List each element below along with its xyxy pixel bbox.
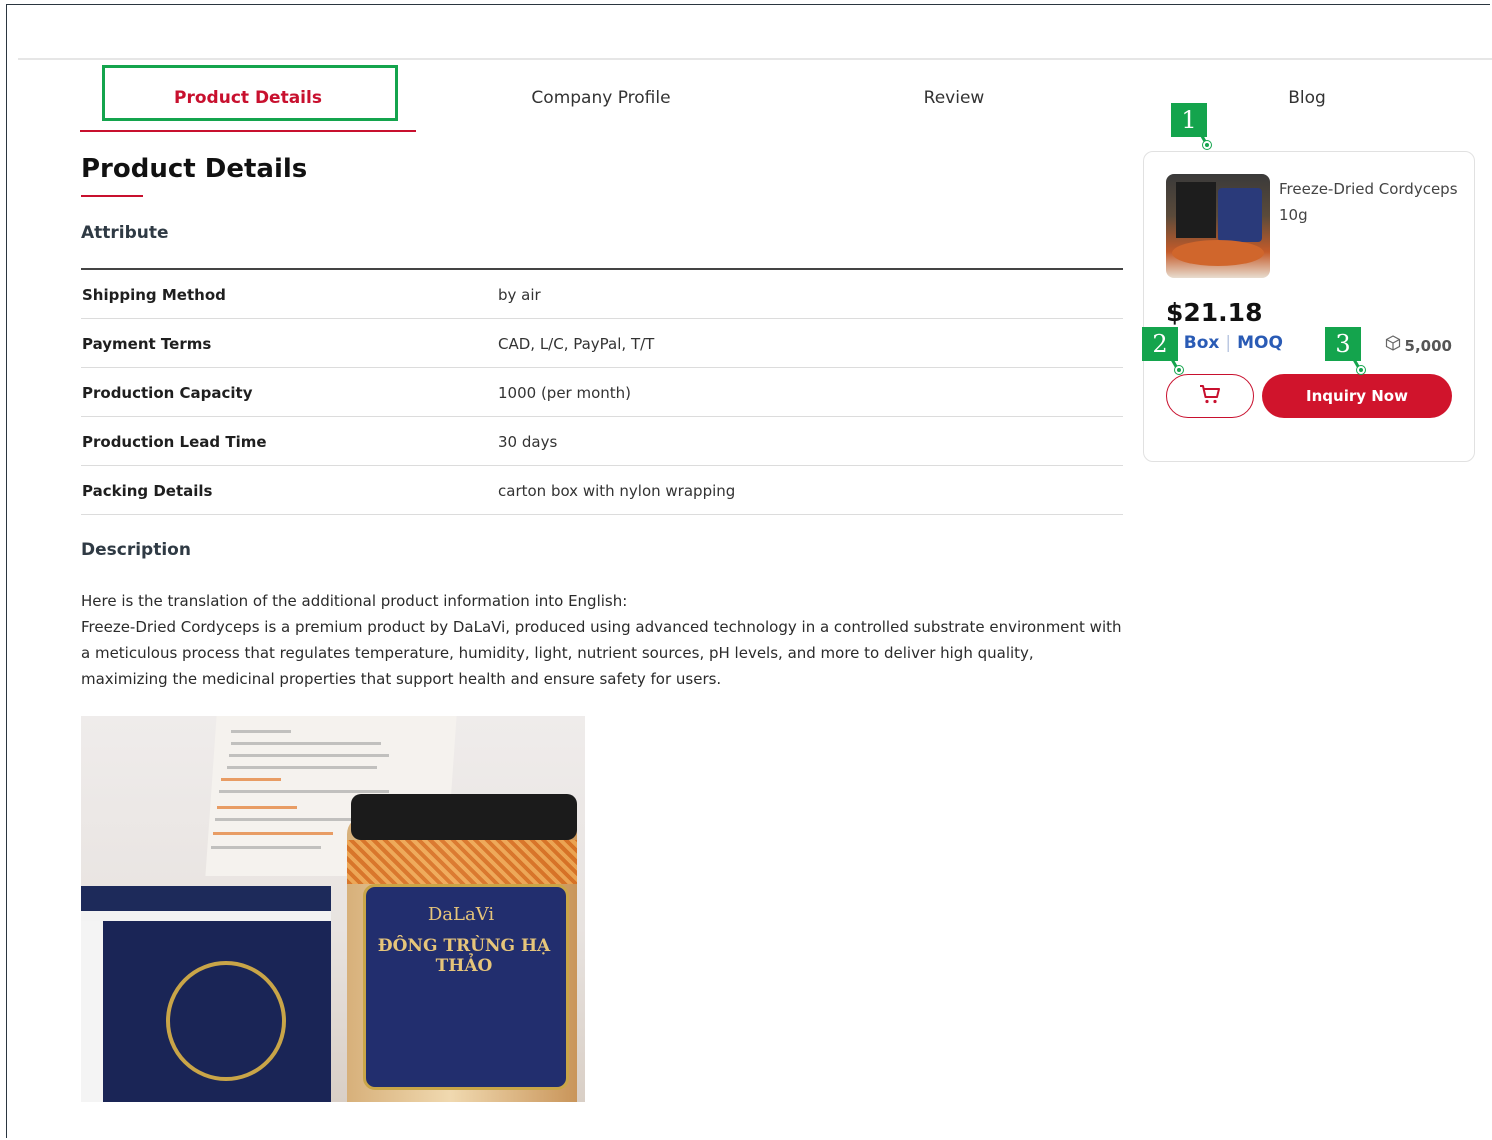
thumbnail-box [1176, 182, 1216, 238]
photo-text-line [227, 766, 377, 769]
photo-text-line [217, 806, 297, 809]
thumbnail-jar [1218, 188, 1262, 242]
moq-separator: | [1225, 333, 1232, 353]
attribute-key: Packing Details [82, 482, 213, 500]
photo-text-line [231, 742, 381, 745]
attribute-value: 1000 (per month) [498, 384, 632, 402]
photo-box-seal [166, 961, 286, 1081]
attribute-key: Production Capacity [82, 384, 253, 402]
tab-blog[interactable]: Blog [1240, 88, 1374, 108]
photo-text-line [219, 790, 389, 793]
annotation-dot [1357, 366, 1365, 374]
photo-jar-lid [351, 794, 577, 840]
description-text: Here is the translation of the additiona… [81, 588, 1123, 692]
table-row: Production Capacity 1000 (per month) [81, 368, 1123, 417]
moq-label: MOQ [1237, 333, 1283, 353]
attribute-key: Payment Terms [82, 335, 212, 353]
photo-text-line [213, 832, 333, 835]
table-row: Production Lead Time 30 days [81, 417, 1123, 466]
header-divider [18, 58, 1492, 60]
photo-text-line [221, 778, 281, 781]
table-row: Packing Details carton box with nylon wr… [81, 466, 1123, 515]
add-to-cart-button[interactable] [1166, 374, 1254, 418]
attribute-heading: Attribute [81, 223, 169, 243]
description-heading: Description [81, 540, 191, 560]
tab-review[interactable]: Review [860, 88, 1048, 108]
photo-cordyceps [347, 840, 577, 884]
product-thumbnail[interactable] [1166, 174, 1270, 278]
attribute-value: by air [498, 286, 541, 304]
active-tab-indicator [80, 130, 416, 132]
photo-box-side [81, 921, 103, 1102]
product-name[interactable]: Freeze-Dried Cordyceps 10g [1279, 176, 1459, 228]
photo-text-line [231, 730, 291, 733]
photo-text-line [215, 818, 365, 821]
moq-info: 0 Box | MOQ [1166, 333, 1283, 353]
cart-icon [1198, 383, 1222, 409]
product-photo: DaLaVi ĐÔNG TRÙNG HẠ THẢO [81, 716, 585, 1102]
attribute-value: CAD, L/C, PayPal, T/T [498, 335, 655, 353]
photo-text-line [229, 754, 389, 757]
table-row: Payment Terms CAD, L/C, PayPal, T/T [81, 319, 1123, 368]
photo-brand-text: DaLaVi [427, 904, 495, 925]
annotation-marker-3: 3 [1325, 327, 1361, 361]
description-paragraph: Freeze-Dried Cordyceps is a premium prod… [81, 618, 1122, 688]
product-price: $21.18 [1166, 298, 1263, 327]
photo-label-title: ĐÔNG TRÙNG HẠ THẢO [377, 936, 551, 976]
attribute-key: Production Lead Time [82, 433, 267, 451]
tab-highlight-box [102, 65, 398, 121]
annotation-marker-2: 2 [1142, 327, 1178, 361]
attribute-table: Shipping Method by air Payment Terms CAD… [81, 268, 1123, 515]
description-paragraph: Here is the translation of the additiona… [81, 592, 628, 610]
annotation-dot [1203, 141, 1211, 149]
cube-icon [1385, 335, 1401, 355]
attribute-key: Shipping Method [82, 286, 226, 304]
table-row: Shipping Method by air [81, 270, 1123, 319]
thumbnail-dish [1172, 240, 1264, 266]
attribute-value: 30 days [498, 433, 558, 451]
tab-company-profile[interactable]: Company Profile [470, 88, 732, 108]
stock-info: 5,000 [1385, 335, 1452, 355]
inquiry-now-button[interactable]: Inquiry Now [1262, 374, 1452, 418]
photo-text-line [211, 846, 321, 849]
stock-count: 5,000 [1404, 337, 1452, 355]
attribute-value: carton box with nylon wrapping [498, 482, 736, 500]
product-card: Freeze-Dried Cordyceps 10g $21.18 0 Box |… [1143, 151, 1475, 462]
page-title: Product Details [81, 154, 308, 184]
annotation-dot [1175, 366, 1183, 374]
title-underline [81, 195, 143, 197]
